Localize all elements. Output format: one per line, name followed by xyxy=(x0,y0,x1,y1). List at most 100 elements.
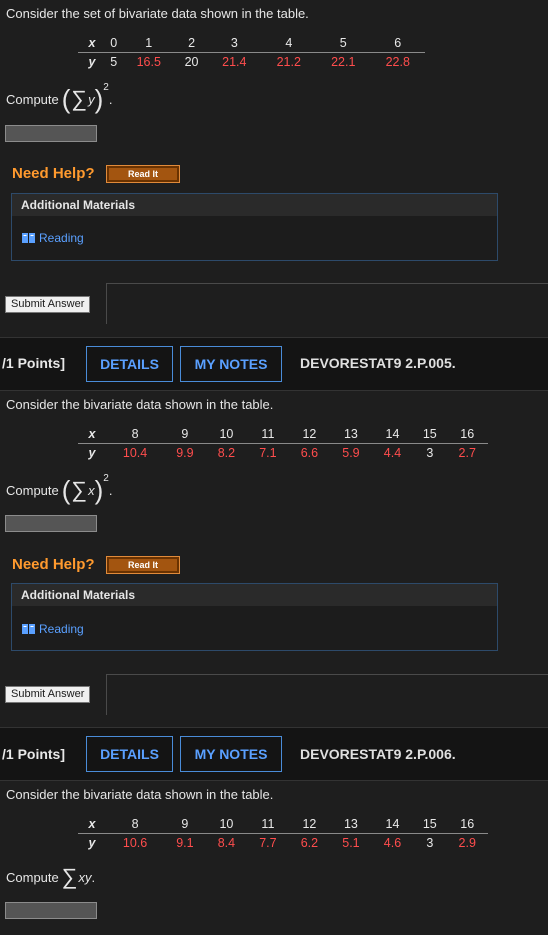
q2-submit-area-divider xyxy=(106,674,548,715)
compute-end: . xyxy=(91,869,96,885)
q2-details-button[interactable]: DETAILS xyxy=(86,346,173,382)
q1-data-table: x 0 1 2 3 4 5 6 y 5 16.5 20 21.4 21.2 22… xyxy=(78,34,425,71)
q2-x-cell: 11 xyxy=(247,425,289,444)
compute-end: . xyxy=(108,482,113,498)
q1-submit-answer-button[interactable]: Submit Answer xyxy=(5,296,91,313)
sigma-icon: ∑ xyxy=(71,477,88,502)
q2-reading-link[interactable]: Reading xyxy=(22,622,84,636)
q2-x-label: x xyxy=(78,425,106,444)
q3-x-cell: 16 xyxy=(446,815,488,834)
q3-y-cell: 8.4 xyxy=(217,836,236,850)
compute-label: Compute xyxy=(6,869,59,885)
q1-y-row: y 5 16.5 20 21.4 21.2 22.1 22.8 xyxy=(78,53,425,72)
sigma-icon: ∑ xyxy=(61,864,78,889)
left-paren-glyph: ( xyxy=(61,475,71,505)
q2-y-row: y 10.4 9.9 8.2 7.1 6.6 5.9 4.4 3 2.7 xyxy=(78,444,488,463)
q1-additional-materials-panel: Additional Materials Reading xyxy=(11,193,498,261)
q3-y-cell: 9.1 xyxy=(176,836,194,850)
q1-y-cell: 22.1 xyxy=(331,55,356,69)
q3-x-cell: 12 xyxy=(288,815,331,834)
q2-y-cell: 9.9 xyxy=(176,446,194,460)
compute-label: Compute xyxy=(6,91,59,107)
q2-x-cell: 10 xyxy=(205,425,248,444)
q2-y-cell: 10.4 xyxy=(122,446,148,460)
q2-x-cell: 9 xyxy=(164,425,206,444)
q1-prompt: Consider the set of bivariate data shown… xyxy=(6,6,309,21)
q3-prompt: Consider the bivariate data shown in the… xyxy=(6,787,274,802)
book-icon xyxy=(22,624,35,634)
book-icon xyxy=(22,233,35,243)
q2-submit-answer-button[interactable]: Submit Answer xyxy=(5,686,91,703)
q2-y-cell: 3 xyxy=(426,446,434,460)
q2-y-cell: 8.2 xyxy=(217,446,236,460)
q2-x-cell: 8 xyxy=(106,425,165,444)
q1-x-cell: 0 xyxy=(106,34,122,53)
reading-label: Reading xyxy=(39,231,84,245)
q2-x-cell: 16 xyxy=(446,425,488,444)
q2-read-it-button[interactable]: Read It xyxy=(106,556,180,574)
q3-compute-expression: Compute ∑ xy . xyxy=(6,866,95,888)
q2-answer-input[interactable] xyxy=(5,515,97,532)
q3-x-cell: 13 xyxy=(330,815,372,834)
q1-y-cell: 21.2 xyxy=(276,55,301,69)
q3-y-cell: 2.9 xyxy=(458,836,476,850)
q3-y-row: y 10.6 9.1 8.4 7.7 6.2 5.1 4.6 3 2.9 xyxy=(78,834,488,853)
q1-reading-link[interactable]: Reading xyxy=(22,231,84,245)
q2-y-cell: 7.1 xyxy=(259,446,277,460)
q3-points-label: /1 Points] xyxy=(2,746,66,762)
q2-y-cell: 5.9 xyxy=(342,446,360,460)
q1-x-cell: 2 xyxy=(176,34,208,53)
q2-y-cell: 4.4 xyxy=(383,446,402,460)
q3-answer-input[interactable] xyxy=(5,902,97,919)
q3-x-cell: 9 xyxy=(164,815,206,834)
q1-x-cell: 1 xyxy=(121,34,176,53)
q2-y-cell: 2.7 xyxy=(458,446,476,460)
q2-data-table: x 8 9 10 11 12 13 14 15 16 y 10.4 9.9 8.… xyxy=(78,425,488,462)
q2-need-help-label: Need Help? xyxy=(12,556,95,573)
left-paren-glyph: ( xyxy=(61,84,71,114)
q1-y-cell: 16.5 xyxy=(136,55,161,69)
q1-x-row: x 0 1 2 3 4 5 6 xyxy=(78,34,425,53)
q1-x-label: x xyxy=(78,34,106,53)
exponent: 2 xyxy=(103,472,109,484)
exponent: 2 xyxy=(103,81,109,93)
q1-answer-input[interactable] xyxy=(5,125,97,142)
q3-data-table: x 8 9 10 11 12 13 14 15 16 y 10.6 9.1 8.… xyxy=(78,815,488,852)
q1-y-label: y xyxy=(88,55,96,69)
q2-y-cell: 6.6 xyxy=(300,446,319,460)
q1-y-cell: 22.8 xyxy=(385,55,410,69)
additional-materials-title: Additional Materials xyxy=(12,584,497,606)
q2-x-row: x 8 9 10 11 12 13 14 15 16 xyxy=(78,425,488,444)
q2-x-cell: 15 xyxy=(413,425,447,444)
q3-y-cell: 5.1 xyxy=(342,836,360,850)
q3-y-cell: 10.6 xyxy=(122,836,148,850)
q1-compute-expression: Compute ( ∑ y ) 2 . xyxy=(6,82,113,114)
q2-y-label: y xyxy=(88,446,96,460)
q3-y-cell: 7.7 xyxy=(259,836,277,850)
q3-x-cell: 15 xyxy=(413,815,447,834)
compute-label: Compute xyxy=(6,482,59,498)
q3-x-cell: 8 xyxy=(106,815,165,834)
right-paren-glyph: ) xyxy=(94,475,104,505)
compute-variable: xy xyxy=(78,869,92,885)
q3-y-cell: 3 xyxy=(426,836,434,850)
q1-need-help-label: Need Help? xyxy=(12,165,95,182)
q1-x-cell: 5 xyxy=(316,34,371,53)
q3-x-label: x xyxy=(78,815,106,834)
q3-x-cell: 11 xyxy=(247,815,289,834)
q2-my-notes-button[interactable]: MY NOTES xyxy=(180,346,282,382)
compute-end: . xyxy=(108,91,113,107)
q3-x-cell: 14 xyxy=(371,815,414,834)
q3-y-cell: 6.2 xyxy=(300,836,319,850)
q2-points-label: /1 Points] xyxy=(2,355,66,371)
sigma-icon: ∑ xyxy=(71,86,88,111)
q3-y-label: y xyxy=(88,836,96,850)
q1-y-cell: 21.4 xyxy=(222,55,247,69)
q1-y-cell: 20 xyxy=(184,55,199,69)
additional-materials-title: Additional Materials xyxy=(12,194,497,216)
reading-label: Reading xyxy=(39,622,84,636)
q2-additional-materials-panel: Additional Materials Reading xyxy=(11,583,498,651)
q3-details-button[interactable]: DETAILS xyxy=(86,736,173,772)
q1-read-it-button[interactable]: Read It xyxy=(106,165,180,183)
q3-my-notes-button[interactable]: MY NOTES xyxy=(180,736,282,772)
